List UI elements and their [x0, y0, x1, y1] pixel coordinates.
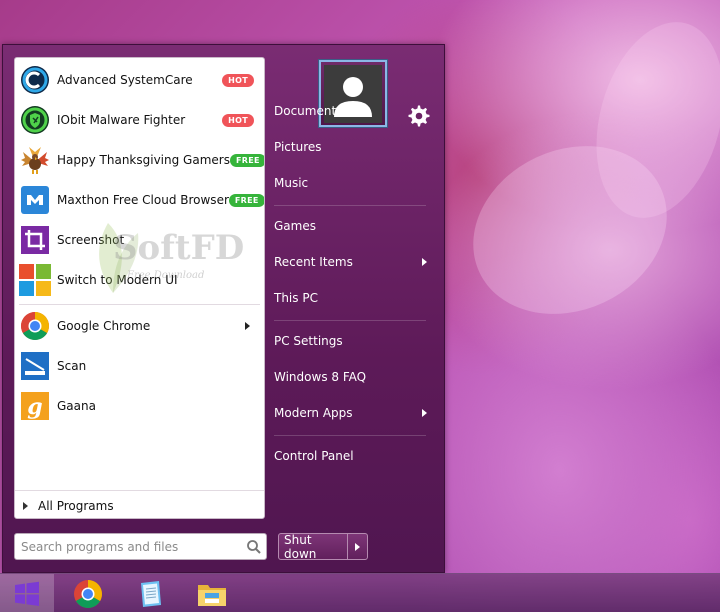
taskbar-file-explorer[interactable]: [196, 578, 228, 610]
hot-badge: HOT: [222, 113, 254, 127]
shutdown-button[interactable]: Shut down: [279, 533, 347, 561]
app-label: Switch to Modern UI: [57, 273, 178, 287]
search-icon[interactable]: [242, 535, 266, 559]
shutdown-options-button[interactable]: [347, 534, 367, 559]
submenu-arrow-icon: [422, 258, 427, 266]
app-item-advanced-systemcare[interactable]: Advanced SystemCare HOT: [19, 62, 260, 98]
app-label: Google Chrome: [57, 319, 151, 333]
gaana-icon: g: [19, 390, 51, 422]
app-item-scan[interactable]: Scan: [19, 348, 260, 384]
app-label: Gaana: [57, 399, 96, 413]
app-item-switch-to-modern-ui[interactable]: Switch to Modern UI: [19, 262, 260, 298]
windows-tiles-icon: [19, 264, 51, 296]
app-label: Happy Thanksgiving Gamers: [57, 153, 230, 167]
windows-start-icon: [15, 581, 39, 606]
app-item-maxthon[interactable]: Maxthon Free Cloud Browser FREE: [19, 182, 264, 218]
iobit-malware-fighter-icon: [19, 104, 51, 136]
file-explorer-icon: [198, 585, 226, 606]
menu-item-recent-items[interactable]: Recent Items: [265, 247, 435, 277]
advanced-systemcare-icon: [19, 64, 51, 96]
menu-item-documents[interactable]: Documents: [265, 96, 435, 126]
menu-item-control-panel[interactable]: Control Panel: [265, 441, 435, 471]
divider: [274, 435, 426, 436]
menu-item-music[interactable]: Music: [265, 168, 435, 198]
svg-text:g: g: [27, 394, 42, 420]
chrome-icon: [19, 310, 51, 342]
app-label: Advanced SystemCare: [57, 73, 193, 87]
divider: [19, 304, 260, 305]
free-badge: FREE: [228, 193, 264, 207]
chrome-icon: [74, 580, 102, 608]
app-label: Maxthon Free Cloud Browser: [57, 193, 229, 207]
app-item-screenshot[interactable]: Screenshot: [19, 222, 260, 258]
notepad-icon: [141, 581, 161, 607]
taskbar-chrome[interactable]: [72, 578, 104, 610]
free-badge: FREE: [229, 153, 264, 167]
taskbar-notepad[interactable]: [134, 578, 166, 610]
turkey-icon: [19, 144, 51, 176]
app-item-iobit-malware-fighter[interactable]: IObit Malware Fighter HOT: [19, 102, 260, 138]
divider: [274, 320, 426, 321]
menu-item-this-pc[interactable]: This PC: [265, 283, 435, 313]
menu-item-pc-settings[interactable]: PC Settings: [265, 326, 435, 356]
app-item-happy-thanksgiving-gamers[interactable]: Happy Thanksgiving Gamers FREE: [19, 142, 264, 178]
app-label: Screenshot: [57, 233, 125, 247]
programs-pane: Advanced SystemCare HOT IObit Malware Fi…: [14, 57, 265, 519]
search-input[interactable]: [15, 534, 242, 559]
expand-arrow-icon: [23, 502, 28, 510]
chevron-right-icon: [355, 542, 360, 551]
app-item-google-chrome[interactable]: Google Chrome: [19, 308, 260, 344]
menu-item-games[interactable]: Games: [265, 211, 435, 241]
crop-icon: [19, 224, 51, 256]
search-box[interactable]: [14, 533, 267, 560]
menu-item-modern-apps[interactable]: Modern Apps: [265, 398, 435, 428]
all-programs-button[interactable]: All Programs: [15, 494, 264, 518]
scan-icon: [19, 350, 51, 382]
maxthon-icon: [19, 184, 51, 216]
divider: [274, 205, 426, 206]
hot-badge: HOT: [222, 73, 254, 87]
app-label: IObit Malware Fighter: [57, 113, 186, 127]
start-menu: Advanced SystemCare HOT IObit Malware Fi…: [2, 44, 445, 573]
start-button[interactable]: [0, 574, 54, 612]
app-label: Scan: [57, 359, 87, 373]
app-item-gaana[interactable]: g Gaana: [19, 388, 260, 424]
all-programs-label: All Programs: [38, 499, 114, 513]
submenu-arrow-icon: [422, 409, 427, 417]
submenu-arrow-icon: [245, 322, 250, 330]
taskbar: [0, 573, 720, 612]
shutdown-button-group: Shut down: [278, 533, 368, 561]
divider: [15, 490, 264, 491]
menu-item-windows-8-faq[interactable]: Windows 8 FAQ: [265, 362, 435, 392]
menu-item-pictures[interactable]: Pictures: [265, 132, 435, 162]
